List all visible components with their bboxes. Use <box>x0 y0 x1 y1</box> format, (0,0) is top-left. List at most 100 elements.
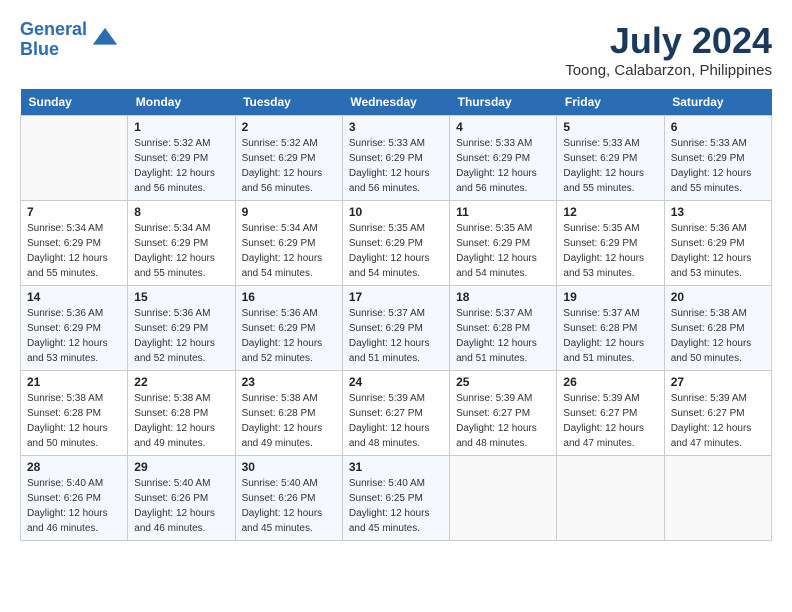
calendar-cell: 30Sunrise: 5:40 AM Sunset: 6:26 PM Dayli… <box>235 456 342 541</box>
day-detail: Sunrise: 5:34 AM Sunset: 6:29 PM Dayligh… <box>27 221 121 281</box>
calendar-week-row: 21 Sunrise: 5:38 AM Sunset: 6:28 PM Dayli… <box>21 371 772 456</box>
location: Toong, Calabarzon, Philippines <box>565 62 772 79</box>
calendar-cell: 17Sunrise: 5:37 AM Sunset: 6:29 PM Dayli… <box>342 286 449 371</box>
calendar-cell: 5 Sunrise: 5:33 AM Sunset: 6:29 PM Daylig… <box>557 116 664 201</box>
calendar-cell: 23Sunrise: 5:38 AM Sunset: 6:28 PM Dayli… <box>235 371 342 456</box>
calendar-cell: 12 Sunrise: 5:35 AM Sunset: 6:29 PM Dayli… <box>557 201 664 286</box>
day-detail: Sunrise: 5:36 AM Sunset: 6:29 PM Dayligh… <box>242 306 336 366</box>
weekday-header-row: SundayMondayTuesdayWednesdayThursdayFrid… <box>21 89 772 116</box>
calendar-week-row: 1 Sunrise: 5:32 AM Sunset: 6:29 PM Daylig… <box>21 116 772 201</box>
weekday-header-cell: Wednesday <box>342 89 449 116</box>
day-detail: Sunrise: 5:37 AM Sunset: 6:29 PM Dayligh… <box>349 306 443 366</box>
day-number: 12 <box>563 205 657 219</box>
calendar-body: 1 Sunrise: 5:32 AM Sunset: 6:29 PM Daylig… <box>21 116 772 541</box>
logo: GeneralBlue <box>20 20 119 60</box>
day-detail: Sunrise: 5:36 AM Sunset: 6:29 PM Dayligh… <box>134 306 228 366</box>
day-detail: Sunrise: 5:36 AM Sunset: 6:29 PM Dayligh… <box>671 221 765 281</box>
day-detail: Sunrise: 5:32 AM Sunset: 6:29 PM Dayligh… <box>134 136 228 196</box>
day-number: 21 <box>27 375 121 389</box>
calendar-cell: 14 Sunrise: 5:36 AM Sunset: 6:29 PM Dayli… <box>21 286 128 371</box>
day-number: 9 <box>242 205 336 219</box>
day-detail: Sunrise: 5:40 AM Sunset: 6:26 PM Dayligh… <box>134 476 228 536</box>
day-number: 23 <box>242 375 336 389</box>
day-detail: Sunrise: 5:39 AM Sunset: 6:27 PM Dayligh… <box>563 391 657 451</box>
calendar-cell: 2 Sunrise: 5:32 AM Sunset: 6:29 PM Daylig… <box>235 116 342 201</box>
day-number: 15 <box>134 290 228 304</box>
day-number: 6 <box>671 120 765 134</box>
day-detail: Sunrise: 5:37 AM Sunset: 6:28 PM Dayligh… <box>456 306 550 366</box>
day-number: 26 <box>563 375 657 389</box>
weekday-header-cell: Tuesday <box>235 89 342 116</box>
day-number: 14 <box>27 290 121 304</box>
day-detail: Sunrise: 5:33 AM Sunset: 6:29 PM Dayligh… <box>456 136 550 196</box>
logo-icon <box>91 26 119 54</box>
day-detail: Sunrise: 5:40 AM Sunset: 6:26 PM Dayligh… <box>27 476 121 536</box>
calendar-cell: 22Sunrise: 5:38 AM Sunset: 6:28 PM Dayli… <box>128 371 235 456</box>
day-detail: Sunrise: 5:37 AM Sunset: 6:28 PM Dayligh… <box>563 306 657 366</box>
calendar-cell: 9 Sunrise: 5:34 AM Sunset: 6:29 PM Daylig… <box>235 201 342 286</box>
calendar-cell: 16 Sunrise: 5:36 AM Sunset: 6:29 PM Dayli… <box>235 286 342 371</box>
day-number: 18 <box>456 290 550 304</box>
calendar-cell: 7Sunrise: 5:34 AM Sunset: 6:29 PM Daylig… <box>21 201 128 286</box>
day-detail: Sunrise: 5:36 AM Sunset: 6:29 PM Dayligh… <box>27 306 121 366</box>
day-number: 8 <box>134 205 228 219</box>
day-detail: Sunrise: 5:33 AM Sunset: 6:29 PM Dayligh… <box>563 136 657 196</box>
calendar-cell: 6 Sunrise: 5:33 AM Sunset: 6:29 PM Daylig… <box>664 116 771 201</box>
day-number: 11 <box>456 205 550 219</box>
weekday-header-cell: Thursday <box>450 89 557 116</box>
calendar-cell: 19 Sunrise: 5:37 AM Sunset: 6:28 PM Dayli… <box>557 286 664 371</box>
day-number: 5 <box>563 120 657 134</box>
day-number: 13 <box>671 205 765 219</box>
day-detail: Sunrise: 5:40 AM Sunset: 6:26 PM Dayligh… <box>242 476 336 536</box>
day-detail: Sunrise: 5:34 AM Sunset: 6:29 PM Dayligh… <box>134 221 228 281</box>
calendar-cell: 29 Sunrise: 5:40 AM Sunset: 6:26 PM Dayli… <box>128 456 235 541</box>
calendar-cell: 20 Sunrise: 5:38 AM Sunset: 6:28 PM Dayli… <box>664 286 771 371</box>
day-number: 31 <box>349 460 443 474</box>
day-number: 27 <box>671 375 765 389</box>
month-title: July 2024 <box>565 20 772 62</box>
calendar-cell: 24 Sunrise: 5:39 AM Sunset: 6:27 PM Dayli… <box>342 371 449 456</box>
calendar-cell: 3 Sunrise: 5:33 AM Sunset: 6:29 PM Daylig… <box>342 116 449 201</box>
calendar-cell: 4 Sunrise: 5:33 AM Sunset: 6:29 PM Daylig… <box>450 116 557 201</box>
day-detail: Sunrise: 5:38 AM Sunset: 6:28 PM Dayligh… <box>671 306 765 366</box>
calendar-cell: 25Sunrise: 5:39 AM Sunset: 6:27 PM Dayli… <box>450 371 557 456</box>
day-number: 28 <box>27 460 121 474</box>
weekday-header-cell: Saturday <box>664 89 771 116</box>
day-number: 16 <box>242 290 336 304</box>
calendar-cell <box>664 456 771 541</box>
day-detail: Sunrise: 5:33 AM Sunset: 6:29 PM Dayligh… <box>671 136 765 196</box>
day-number: 2 <box>242 120 336 134</box>
calendar-week-row: 7Sunrise: 5:34 AM Sunset: 6:29 PM Daylig… <box>21 201 772 286</box>
day-number: 24 <box>349 375 443 389</box>
day-detail: Sunrise: 5:33 AM Sunset: 6:29 PM Dayligh… <box>349 136 443 196</box>
calendar-cell: 13 Sunrise: 5:36 AM Sunset: 6:29 PM Dayli… <box>664 201 771 286</box>
calendar-week-row: 28 Sunrise: 5:40 AM Sunset: 6:26 PM Dayli… <box>21 456 772 541</box>
calendar-cell <box>557 456 664 541</box>
day-detail: Sunrise: 5:35 AM Sunset: 6:29 PM Dayligh… <box>563 221 657 281</box>
day-detail: Sunrise: 5:35 AM Sunset: 6:29 PM Dayligh… <box>456 221 550 281</box>
calendar-cell <box>21 116 128 201</box>
calendar-table: SundayMondayTuesdayWednesdayThursdayFrid… <box>20 89 772 541</box>
day-number: 29 <box>134 460 228 474</box>
day-number: 20 <box>671 290 765 304</box>
day-number: 4 <box>456 120 550 134</box>
day-detail: Sunrise: 5:38 AM Sunset: 6:28 PM Dayligh… <box>27 391 121 451</box>
calendar-cell: 1 Sunrise: 5:32 AM Sunset: 6:29 PM Daylig… <box>128 116 235 201</box>
day-number: 1 <box>134 120 228 134</box>
day-detail: Sunrise: 5:40 AM Sunset: 6:25 PM Dayligh… <box>349 476 443 536</box>
day-detail: Sunrise: 5:34 AM Sunset: 6:29 PM Dayligh… <box>242 221 336 281</box>
calendar-cell: 18 Sunrise: 5:37 AM Sunset: 6:28 PM Dayli… <box>450 286 557 371</box>
day-detail: Sunrise: 5:39 AM Sunset: 6:27 PM Dayligh… <box>349 391 443 451</box>
calendar-cell: 15 Sunrise: 5:36 AM Sunset: 6:29 PM Dayli… <box>128 286 235 371</box>
calendar-week-row: 14 Sunrise: 5:36 AM Sunset: 6:29 PM Dayli… <box>21 286 772 371</box>
day-number: 3 <box>349 120 443 134</box>
day-detail: Sunrise: 5:39 AM Sunset: 6:27 PM Dayligh… <box>671 391 765 451</box>
weekday-header-cell: Friday <box>557 89 664 116</box>
day-detail: Sunrise: 5:32 AM Sunset: 6:29 PM Dayligh… <box>242 136 336 196</box>
day-number: 10 <box>349 205 443 219</box>
weekday-header-cell: Monday <box>128 89 235 116</box>
day-number: 25 <box>456 375 550 389</box>
calendar-cell: 8 Sunrise: 5:34 AM Sunset: 6:29 PM Daylig… <box>128 201 235 286</box>
day-number: 19 <box>563 290 657 304</box>
logo-text: GeneralBlue <box>20 20 87 60</box>
